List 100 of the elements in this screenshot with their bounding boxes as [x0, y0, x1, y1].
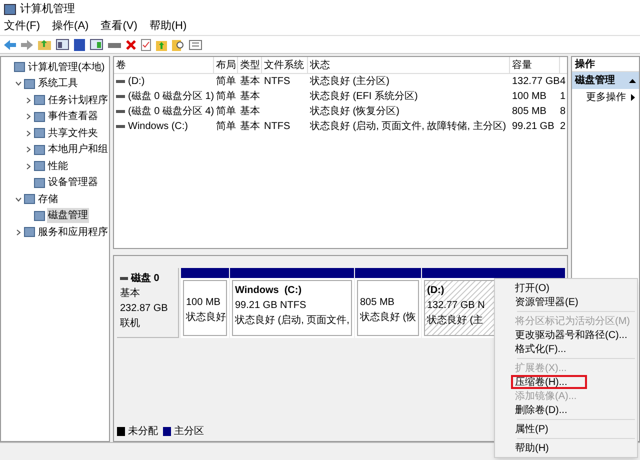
tree-node-icon	[34, 161, 45, 172]
table-cell-text: 基本	[240, 120, 260, 134]
partition-status: 状态良好 (主	[427, 314, 484, 328]
disk-status: 联机	[120, 316, 141, 331]
table-cell-text: 简单	[216, 74, 236, 89]
drive-icon[interactable]	[108, 40, 121, 48]
partition-size: 132.77 GB N	[427, 299, 485, 313]
table-cell-text: 8	[560, 105, 566, 119]
tree-item[interactable]: 共享文件夹	[47, 126, 99, 141]
table-cell-text: 状态良好 (恢复分区)	[310, 104, 400, 119]
context-menu-item[interactable]: 帮助(H)	[511, 441, 635, 455]
partition-block[interactable]: 100 MB 状态良好	[181, 268, 229, 338]
table-cell-text: 100 MB	[512, 90, 546, 104]
partition-status: 状态良好 (恢	[360, 310, 416, 325]
partition-size: 805 MB	[360, 296, 394, 310]
window-title: 计算机管理	[20, 2, 75, 17]
tree-node-icon	[34, 128, 45, 138]
disk-name: 磁盘 0	[131, 272, 160, 286]
chevron-right-icon[interactable]	[24, 162, 32, 170]
tree-node-icon	[34, 95, 45, 106]
table-cell-text: 基本	[240, 90, 260, 104]
context-menu-item[interactable]: 属性(P)	[511, 422, 635, 436]
tree-item[interactable]: 计算机管理(本地)	[27, 60, 106, 75]
chevron-right-icon[interactable]	[14, 228, 22, 236]
actions-section-header[interactable]: 磁盘管理	[572, 72, 639, 89]
column-header[interactable]: 布局	[214, 57, 238, 73]
table-cell-text: 简单	[216, 104, 236, 119]
tree-item[interactable]: 事件查看器	[47, 109, 99, 124]
menu-item[interactable]: 操作(A)	[52, 18, 89, 35]
column-header[interactable]: 卷	[114, 57, 214, 73]
table-cell-text: 132.77 GB	[512, 75, 560, 89]
tree-node-icon	[24, 78, 35, 89]
table-cell-text: Windows (C:)	[128, 120, 188, 134]
drive-icon	[116, 95, 125, 98]
column-header[interactable]: 容量	[510, 57, 560, 73]
chevron-right-icon[interactable]	[24, 96, 32, 104]
context-menu-item[interactable]: 压缩卷(H)...	[511, 375, 587, 389]
tree-node-icon	[24, 194, 35, 204]
table-cell-text: NTFS	[264, 75, 290, 89]
table-cell-text: (D:)	[128, 75, 145, 89]
folder-up-icon[interactable]	[156, 38, 167, 50]
close-icon[interactable]	[126, 40, 136, 50]
disk-type: 基本	[120, 286, 141, 301]
checklist-icon[interactable]	[141, 38, 151, 50]
drive-icon	[116, 80, 125, 83]
list-icon[interactable]	[189, 40, 202, 50]
action-item[interactable]: 更多操作	[572, 89, 639, 106]
partition-status: 状态良好 (启动, 页面文件,	[235, 314, 350, 328]
table-cell-text: 状态良好 (EFI 系统分区)	[310, 90, 418, 104]
tree-item[interactable]: 任务计划程序	[47, 92, 109, 108]
tree-item[interactable]: 设备管理器	[47, 175, 99, 190]
tree-item[interactable]: 系统工具	[37, 76, 79, 92]
table-cell-text: 1	[560, 90, 566, 104]
partition-name: Windows (C:)	[235, 284, 302, 298]
tree-node-icon	[34, 210, 45, 221]
table-cell-text: 状态良好 (主分区)	[310, 74, 390, 89]
drive-icon	[116, 125, 125, 128]
tree-item[interactable]: 性能	[47, 158, 69, 174]
column-header[interactable]: 类型	[238, 57, 262, 73]
table-cell-text: 基本	[240, 74, 260, 89]
tree-item[interactable]: 本地用户和组	[47, 142, 109, 158]
disk-size: 232.87 GB	[120, 302, 169, 316]
menu-item[interactable]: 帮助(H)	[149, 18, 187, 35]
tree-node-icon	[24, 227, 35, 238]
tree-item[interactable]: 服务和应用程序	[37, 224, 109, 240]
tree-item[interactable]: 磁盘管理	[47, 208, 89, 224]
caret-up-icon	[629, 78, 636, 82]
caret-right-icon	[631, 94, 635, 101]
panel-icon[interactable]	[90, 39, 103, 50]
partition-size: 99.21 GB NTFS	[235, 299, 306, 313]
table-cell-text: 805 MB	[512, 105, 546, 119]
table-cell-text: 基本	[240, 104, 260, 119]
tree-item[interactable]: 存储	[37, 192, 59, 207]
tree-node-icon	[34, 112, 45, 122]
column-header[interactable]: 状态	[308, 57, 510, 73]
menu-item[interactable]: 文件(F)	[4, 18, 40, 35]
table-cell-text: 状态良好 (启动, 页面文件, 故障转储, 主分区)	[310, 120, 506, 134]
menu-item[interactable]: 查看(V)	[100, 18, 138, 35]
context-menu-item[interactable]: 删除卷(D)...	[511, 403, 635, 417]
partition-block[interactable]: Windows (C:) 99.21 GB NTFS 状态良好 (启动, 页面文件,	[230, 268, 354, 338]
forward-arrow-icon[interactable]	[21, 40, 33, 50]
chevron-right-icon[interactable]	[24, 146, 32, 154]
column-header[interactable]: 文件系统	[262, 57, 308, 73]
drive-icon	[116, 110, 125, 113]
back-arrow-icon[interactable]	[4, 40, 16, 50]
chevron-right-icon[interactable]	[24, 130, 32, 137]
partition-block[interactable]: 805 MB 状态良好 (恢	[355, 268, 421, 338]
folder-up-icon[interactable]	[38, 39, 51, 50]
chevron-down-icon[interactable]	[14, 196, 22, 203]
table-cell-text: 2	[560, 120, 566, 134]
table-cell-text: 4	[560, 75, 566, 89]
table-cell-text: NTFS	[264, 120, 290, 134]
legend-label: 未分配	[128, 424, 158, 439]
chevron-down-icon[interactable]	[14, 80, 22, 88]
table-cell-text: 简单	[216, 120, 236, 134]
table-cell-text: 99.21 GB	[512, 120, 554, 134]
chevron-right-icon[interactable]	[24, 113, 32, 120]
table-cell-text: (磁盘 0 磁盘分区 4)	[128, 105, 214, 119]
context-menu-item[interactable]: 格式化(F)...	[511, 342, 635, 356]
panel-icon[interactable]	[56, 39, 69, 50]
